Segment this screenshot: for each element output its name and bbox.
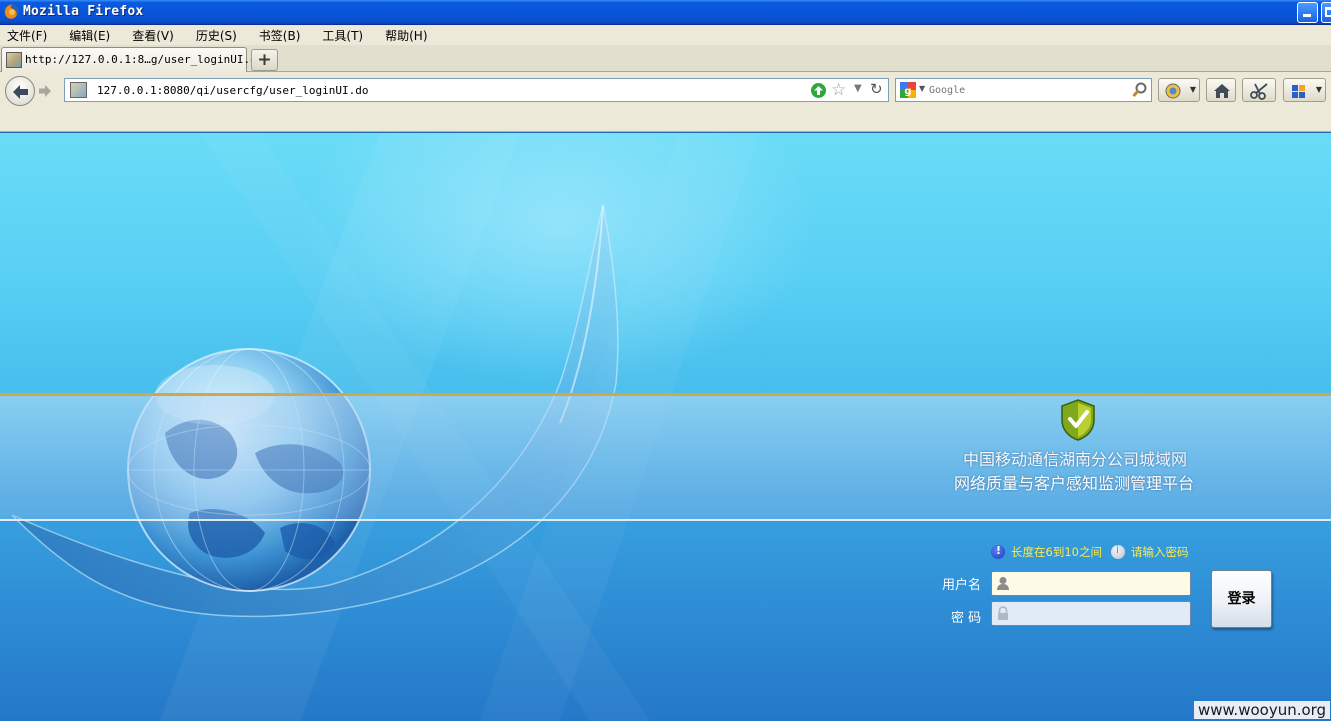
- search-input[interactable]: [929, 82, 1124, 98]
- scissors-icon: [1250, 83, 1268, 100]
- apps-dropdown-icon: ▼: [1315, 85, 1322, 94]
- window-title: Mozilla Firefox: [23, 4, 144, 19]
- brand-line2: 网络质量与客户感知监测管理平台: [954, 474, 1195, 493]
- username-label: 用户名: [942, 578, 982, 593]
- minimize-icon: [1303, 14, 1311, 17]
- search-engine-dropdown[interactable]: ▼: [919, 84, 925, 93]
- tab-login-page[interactable]: http://127.0.0.1:8…g/user_loginUI.do: [1, 47, 263, 72]
- reload-icon[interactable]: ↻: [870, 80, 883, 98]
- apps-button[interactable]: ▼: [1283, 78, 1326, 102]
- dropdown-icon[interactable]: ▼: [854, 83, 862, 94]
- menu-file[interactable]: 文件(F): [3, 27, 51, 44]
- password-hint: 请输入密码: [1130, 545, 1189, 559]
- window-titlebar: Mozilla Firefox: [0, 0, 1331, 25]
- menu-bookmarks[interactable]: 书签(B): [255, 27, 305, 44]
- tools-button[interactable]: [1242, 78, 1276, 102]
- warning-icon: [1110, 545, 1125, 559]
- forward-arrow-icon: [39, 85, 51, 97]
- star-icon[interactable]: ☆: [831, 81, 846, 99]
- navigation-toolbar: 127.0.0.1:8080/qi/usercfg/user_loginUI.d…: [0, 72, 1331, 132]
- home-icon: [1214, 84, 1230, 98]
- svg-text:g: g: [904, 86, 911, 97]
- user-icon: [997, 577, 1009, 590]
- home-button[interactable]: [1206, 78, 1236, 102]
- url-text[interactable]: 127.0.0.1:8080/qi/usercfg/user_loginUI.d…: [97, 84, 369, 97]
- apps-grid-icon: [1292, 85, 1305, 98]
- forward-button[interactable]: [36, 82, 54, 100]
- menu-history[interactable]: 历史(S): [192, 27, 241, 44]
- login-button[interactable]: 登录: [1211, 570, 1272, 628]
- username-field[interactable]: [991, 571, 1191, 596]
- menu-edit[interactable]: 编辑(E): [65, 27, 114, 44]
- tab-strip: http://127.0.0.1:8…g/user_loginUI.do +: [0, 45, 1331, 72]
- new-tab-button[interactable]: +: [251, 49, 278, 71]
- search-bar[interactable]: g ▼: [895, 78, 1152, 102]
- site-identity-icon: [70, 82, 87, 98]
- back-arrow-icon: [13, 85, 28, 99]
- brand-line1: 中国移动通信湖南分公司城域网: [963, 450, 1188, 469]
- username-input[interactable]: [1014, 574, 1186, 593]
- addon-button[interactable]: ▼: [1158, 78, 1200, 102]
- password-input[interactable]: [1014, 604, 1186, 623]
- validation-hints: 长度在6到10之间 请输入密码: [991, 543, 1197, 561]
- restore-icon: [1325, 7, 1331, 17]
- google-icon: g: [900, 82, 916, 98]
- watermark: www.wooyun.org: [1194, 701, 1331, 719]
- shield-check-icon: [1061, 399, 1095, 441]
- menu-view[interactable]: 查看(V): [128, 27, 178, 44]
- addon-dropdown-icon: ▼: [1189, 85, 1196, 94]
- site-favicon: [6, 52, 22, 68]
- go-icon[interactable]: [810, 82, 827, 99]
- addon-icon: [1165, 83, 1181, 99]
- address-bar[interactable]: 127.0.0.1:8080/qi/usercfg/user_loginUI.d…: [64, 78, 889, 102]
- search-magnifier-icon[interactable]: [1131, 81, 1149, 99]
- menu-tools[interactable]: 工具(T): [318, 27, 367, 44]
- lock-icon: [998, 606, 1008, 620]
- info-icon: [991, 544, 1005, 559]
- back-button[interactable]: [5, 76, 35, 106]
- password-field[interactable]: [991, 601, 1191, 626]
- password-label: 密 码: [951, 611, 982, 626]
- login-page: 中国移动通信湖南分公司城域网 网络质量与客户感知监测管理平台 长度在6到10之间…: [0, 133, 1331, 721]
- firefox-icon: [4, 4, 19, 19]
- username-hint: 长度在6到10之间: [1011, 545, 1102, 559]
- menu-help[interactable]: 帮助(H): [381, 27, 431, 44]
- minimize-button[interactable]: [1297, 2, 1318, 23]
- menu-bar: 文件(F) 编辑(E) 查看(V) 历史(S) 书签(B) 工具(T) 帮助(H…: [0, 25, 1331, 45]
- restore-button[interactable]: [1321, 2, 1331, 23]
- tab-title: http://127.0.0.1:8…g/user_loginUI.do: [25, 53, 264, 66]
